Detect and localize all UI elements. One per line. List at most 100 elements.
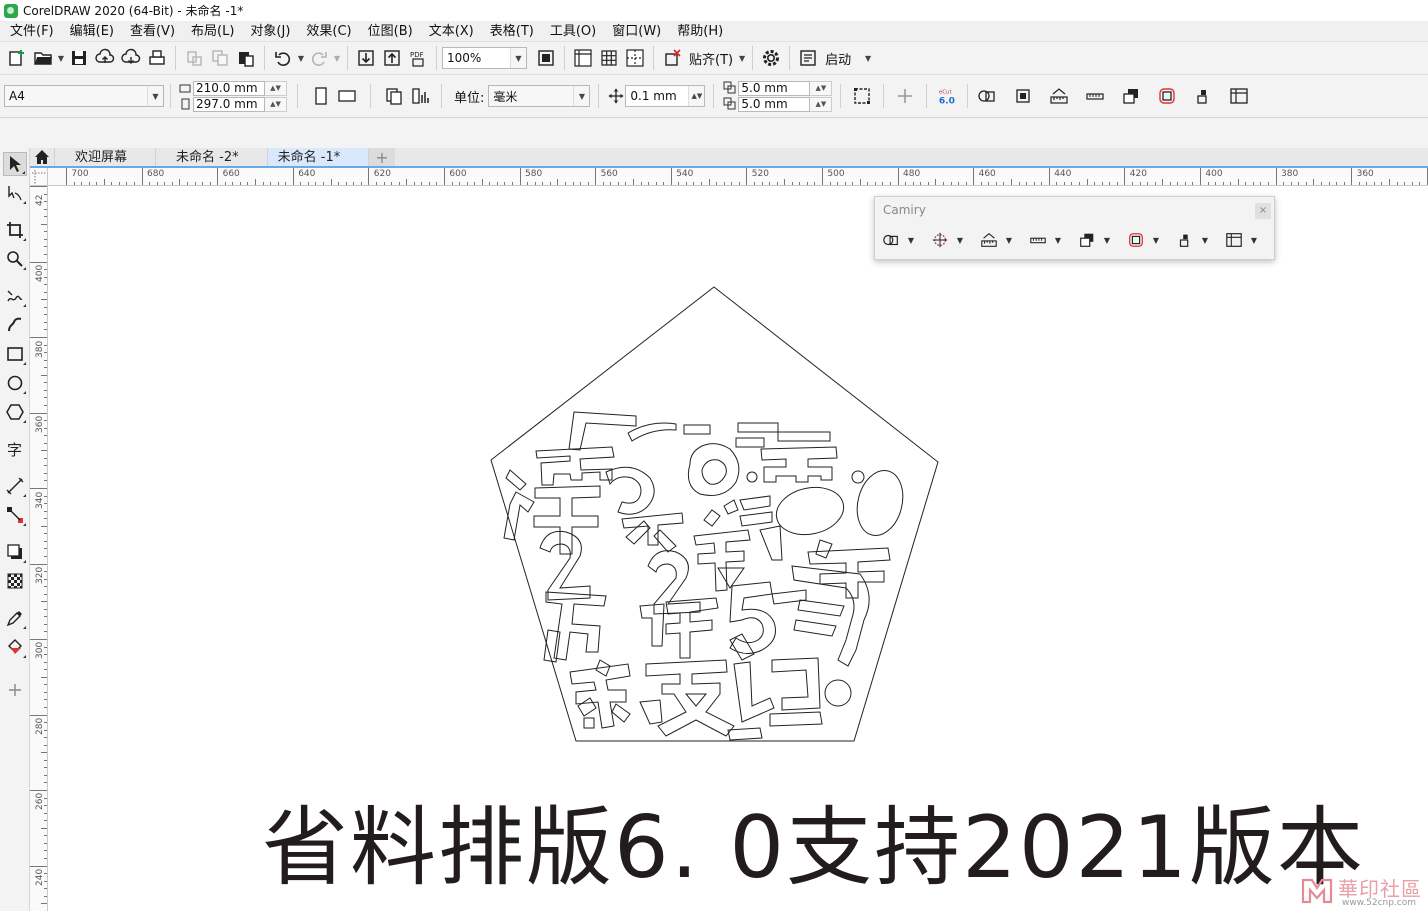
contour-icon[interactable]	[1124, 228, 1148, 252]
redo-dropdown-icon[interactable]: ▼	[332, 45, 342, 71]
arrange-layers-icon[interactable]	[1075, 228, 1099, 252]
dimension-bar-icon[interactable]	[1082, 83, 1108, 109]
duplicate-y-spinner[interactable]: ▲▼	[810, 96, 833, 112]
page-height-field[interactable]: 297.0 mm	[193, 96, 265, 112]
home-tab[interactable]	[30, 148, 55, 166]
units-select[interactable]: 毫米 ▼	[488, 85, 591, 107]
horizontal-ruler[interactable]: 700 680 660 640 620 600 580 560 540 520 500 480 460 4…	[48, 168, 1428, 186]
all-pages-icon[interactable]	[381, 83, 407, 109]
portrait-icon[interactable]	[308, 83, 334, 109]
camiry-floating-toolbar[interactable]: Camiry × ▼ ▼ ▼ ▼ ▼ ▼ ▼ ▼	[874, 196, 1275, 260]
full-screen-preview-icon[interactable]	[533, 45, 559, 71]
new-document-icon[interactable]	[4, 45, 30, 71]
snap-off-icon[interactable]	[659, 45, 685, 71]
dimension-bar-icon[interactable]	[1026, 228, 1050, 252]
nesting-shapes-icon[interactable]	[879, 228, 903, 252]
panel-layout-icon[interactable]	[1226, 83, 1252, 109]
tab-untitled-2[interactable]: 未命名 -2*	[156, 148, 268, 166]
menu-tools[interactable]: 工具(O)	[542, 21, 604, 42]
open-folder-icon[interactable]	[30, 45, 56, 71]
ellipse-tool-icon[interactable]	[3, 371, 27, 395]
drop-shadow-tool-icon[interactable]	[3, 540, 27, 564]
menu-effects[interactable]: 效果(C)	[298, 21, 359, 42]
tab-untitled-1[interactable]: 未命名 -1*	[267, 148, 370, 166]
menu-view[interactable]: 查看(V)	[122, 21, 183, 42]
nudge-spinner[interactable]: ▲▼	[688, 86, 705, 106]
menu-text[interactable]: 文本(X)	[421, 21, 482, 42]
menu-edit[interactable]: 编辑(E)	[62, 21, 122, 42]
page-width-spinner[interactable]: ▲▼	[265, 80, 287, 96]
vertical-ruler[interactable]: 42 400 380 360 340 320 300 280 260 240	[30, 186, 48, 911]
target-registration-icon[interactable]	[928, 228, 952, 252]
pick-tool-icon[interactable]	[3, 152, 27, 176]
undo-icon[interactable]	[270, 45, 296, 71]
menu-object[interactable]: 对象(J)	[242, 21, 298, 42]
panel-layout-icon[interactable]	[1222, 228, 1246, 252]
close-icon[interactable]: ×	[1255, 203, 1271, 219]
landscape-icon[interactable]	[334, 83, 360, 109]
chevron-down-icon[interactable]: ▼	[1099, 236, 1115, 245]
nudge-distance-field[interactable]: 0.1 mm ▲▼	[625, 85, 706, 107]
align-objects-icon[interactable]	[1173, 228, 1197, 252]
zoom-level-select[interactable]: 100% ▼	[442, 47, 527, 69]
chevron-down-icon[interactable]: ▼	[1246, 236, 1262, 245]
application-launcher-label[interactable]: 启动	[825, 49, 851, 68]
redo-icon[interactable]	[306, 45, 332, 71]
open-dropdown-icon[interactable]: ▼	[56, 45, 66, 71]
artistic-media-tool-icon[interactable]	[3, 313, 27, 337]
duplicate-y-field[interactable]: 5.0 mm	[738, 96, 811, 112]
ruler-measure-icon[interactable]	[1046, 83, 1072, 109]
duplicate-x-spinner[interactable]: ▲▼	[810, 80, 833, 96]
print-tile-icon[interactable]	[1010, 83, 1036, 109]
crop-tool-icon[interactable]	[3, 218, 27, 242]
page-border-frame-icon[interactable]	[849, 83, 875, 109]
contour-icon[interactable]	[1154, 83, 1180, 109]
chevron-down-icon[interactable]: ▼	[903, 236, 919, 245]
menu-file[interactable]: 文件(F)	[2, 21, 62, 42]
nesting-shapes-icon[interactable]	[974, 83, 1000, 109]
chevron-down-icon[interactable]: ▼	[952, 236, 968, 245]
add-icon[interactable]	[892, 83, 918, 109]
undo-dropdown-icon[interactable]: ▼	[296, 45, 306, 71]
chevron-down-icon[interactable]: ▼	[1001, 236, 1017, 245]
camiry-toolbar-title[interactable]: Camiry ×	[875, 197, 1274, 223]
application-launcher-icon[interactable]	[795, 45, 821, 71]
transparency-tool-icon[interactable]	[3, 569, 27, 593]
menu-table[interactable]: 表格(T)	[482, 21, 542, 42]
save-icon[interactable]	[66, 45, 92, 71]
eyedropper-tool-icon[interactable]	[3, 606, 27, 630]
copy-icon[interactable]	[207, 45, 233, 71]
current-page-icon[interactable]	[407, 83, 433, 109]
show-rulers-icon[interactable]	[570, 45, 596, 71]
duplicate-x-field[interactable]: 5.0 mm	[738, 80, 811, 96]
ecut-plugin-icon[interactable]: eCut 6.0	[935, 83, 961, 109]
add-tool-plus-icon[interactable]	[3, 678, 27, 702]
chevron-down-icon[interactable]: ▼	[1197, 236, 1213, 245]
chevron-down-icon[interactable]: ▼	[1148, 236, 1164, 245]
export-icon[interactable]	[379, 45, 405, 71]
rectangle-tool-icon[interactable]	[3, 342, 27, 366]
zoom-tool-icon[interactable]	[3, 247, 27, 271]
interactive-fill-tool-icon[interactable]	[3, 635, 27, 659]
polygon-tool-icon[interactable]	[3, 400, 27, 424]
tab-welcome-screen[interactable]: 欢迎屏幕	[55, 148, 157, 166]
menu-layout[interactable]: 布局(L)	[183, 21, 242, 42]
arrange-layers-icon[interactable]	[1118, 83, 1144, 109]
parallel-dimension-tool-icon[interactable]	[3, 474, 27, 498]
new-tab-plus-icon[interactable]: +	[369, 148, 395, 167]
menu-window[interactable]: 窗口(W)	[604, 21, 669, 42]
connector-tool-icon[interactable]	[3, 503, 27, 527]
options-gear-icon[interactable]	[758, 45, 784, 71]
freehand-tool-icon[interactable]	[3, 284, 27, 308]
menu-help[interactable]: 帮助(H)	[669, 21, 731, 42]
ruler-origin[interactable]	[30, 168, 48, 186]
text-tool-icon[interactable]: 字	[3, 437, 27, 461]
page-height-spinner[interactable]: ▲▼	[265, 96, 287, 112]
align-objects-icon[interactable]	[1190, 83, 1216, 109]
cloud-download-icon[interactable]	[118, 45, 144, 71]
page-size-select[interactable]: A4 ▼	[4, 85, 164, 107]
print-icon[interactable]	[144, 45, 170, 71]
show-guidelines-icon[interactable]	[622, 45, 648, 71]
launcher-dropdown-icon[interactable]: ▼	[863, 45, 873, 71]
paste-icon[interactable]	[233, 45, 259, 71]
